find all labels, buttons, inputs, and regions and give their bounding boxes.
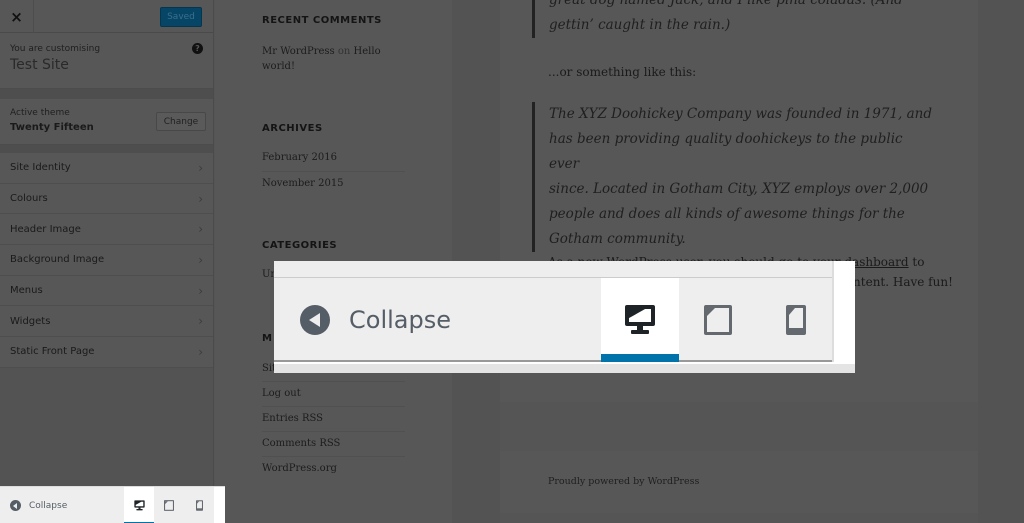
mobile-icon xyxy=(786,305,806,335)
divider xyxy=(262,456,405,457)
collapse-button[interactable]: Collapse xyxy=(0,487,124,523)
customizer-sidebar: × Saved You are customising Test Site ? … xyxy=(0,0,214,523)
meta-link-log-out[interactable]: Log out xyxy=(262,388,405,399)
divider xyxy=(262,406,405,407)
blockquote: great dog named Jack, and I like piña co… xyxy=(532,0,932,38)
desktop-icon xyxy=(133,500,145,511)
chevron-right-icon: › xyxy=(198,191,203,206)
close-icon: × xyxy=(10,7,23,26)
section-label: Static Front Page xyxy=(10,346,95,358)
quote-line: great dog named Jack, and I like piña co… xyxy=(549,0,903,8)
close-customizer-button[interactable]: × xyxy=(0,0,34,33)
save-button[interactable]: Saved xyxy=(160,7,202,27)
section-label: Site Identity xyxy=(10,162,71,174)
preview-desktop-button-zoomed[interactable] xyxy=(601,278,679,362)
powered-by-link[interactable]: Proudly powered by WordPress xyxy=(548,476,699,487)
chevron-right-icon: › xyxy=(198,283,203,298)
chevron-right-icon: › xyxy=(198,344,203,359)
archive-link[interactable]: February 2016 xyxy=(262,152,405,163)
meta-link-comments-rss[interactable]: Comments RSS xyxy=(262,438,405,449)
section-site-identity[interactable]: Site Identity › xyxy=(0,153,213,184)
widget-title-meta: M xyxy=(262,333,273,344)
section-background-image[interactable]: Background Image › xyxy=(0,245,213,276)
quote-line: gettin’ caught in the rain.) xyxy=(549,17,731,33)
meta-link-wordpress-org[interactable]: WordPress.org xyxy=(262,463,405,474)
quote-line: since. Located in Gotham City, XYZ emplo… xyxy=(549,181,929,197)
active-theme-panel: Active theme Twenty Fifteen Change xyxy=(0,99,213,145)
section-label: Background Image xyxy=(10,254,105,266)
desktop-icon xyxy=(625,305,655,334)
preview-mobile-button-zoomed[interactable] xyxy=(757,278,835,362)
collapse-button-zoomed[interactable]: Collapse xyxy=(300,305,451,335)
customizer-header: × Saved xyxy=(0,0,213,33)
change-theme-button[interactable]: Change xyxy=(156,112,206,131)
quote-line: Gotham community. xyxy=(549,231,686,247)
paragraph: ...or something like this: xyxy=(548,65,697,79)
tablet-icon xyxy=(704,305,732,335)
meta-link-entries-rss[interactable]: Entries RSS xyxy=(262,413,405,424)
page-gutter-right xyxy=(978,0,1024,523)
collapse-arrow-icon xyxy=(10,500,21,511)
site-title: Test Site xyxy=(10,57,69,73)
comment-author-link[interactable]: Mr WordPress xyxy=(262,46,335,57)
preview-tablet-button-zoomed[interactable] xyxy=(679,278,757,362)
chevron-right-icon: › xyxy=(198,222,203,237)
widget-title-categories: CATEGORIES xyxy=(262,240,338,251)
archive-link[interactable]: November 2015 xyxy=(262,178,405,189)
blockquote: The XYZ Doohickey Company was founded in… xyxy=(532,102,932,252)
mobile-icon xyxy=(195,500,203,511)
customizer-footer-bar: Collapse xyxy=(0,487,214,523)
section-label: Header Image xyxy=(10,223,81,235)
widget-title-recent-comments: RECENT COMMENTS xyxy=(262,15,382,26)
chevron-right-icon: › xyxy=(198,314,203,329)
tablet-icon xyxy=(164,500,174,511)
divider xyxy=(0,145,213,153)
divider xyxy=(0,89,213,99)
section-widgets[interactable]: Widgets › xyxy=(0,306,213,338)
collapse-label: Collapse xyxy=(29,500,68,511)
quote-line: people and does all kinds of awesome thi… xyxy=(549,206,905,222)
section-label: Widgets xyxy=(10,315,51,327)
section-header-image[interactable]: Header Image › xyxy=(0,214,213,246)
recent-comment-item: Mr WordPress on Hello world! xyxy=(262,44,412,74)
section-static-front-page[interactable]: Static Front Page › xyxy=(0,337,213,368)
section-menus[interactable]: Menus › xyxy=(0,275,213,307)
customizing-label: You are customising xyxy=(10,44,101,54)
customizer-info: You are customising Test Site ? xyxy=(0,33,213,89)
section-label: Colours xyxy=(10,193,48,205)
section-label: Menus xyxy=(10,285,43,297)
zoomed-footer-callout: Collapse xyxy=(274,261,855,373)
comment-post-link-cont[interactable]: world! xyxy=(262,61,295,72)
divider xyxy=(262,431,405,432)
section-colours[interactable]: Colours › xyxy=(0,183,213,215)
comment-post-link[interactable]: Hello xyxy=(354,46,381,57)
chevron-right-icon: › xyxy=(198,252,203,267)
divider xyxy=(262,381,405,382)
collapse-label: Collapse xyxy=(349,306,451,334)
collapse-arrow-icon xyxy=(300,305,330,335)
quote-line: has been providing quality doohickeys to… xyxy=(549,131,903,172)
chevron-right-icon: › xyxy=(198,160,203,175)
help-icon[interactable]: ? xyxy=(192,43,203,54)
divider xyxy=(262,171,405,172)
widget-title-archives: ARCHIVES xyxy=(262,123,323,134)
divider xyxy=(274,364,855,373)
customizer-footer: Collapse xyxy=(0,486,225,523)
paragraph-text: to xyxy=(908,255,925,269)
comment-on-text: on xyxy=(337,46,351,57)
quote-line: The XYZ Doohickey Company was founded in… xyxy=(549,106,933,122)
preview-desktop-button[interactable] xyxy=(124,487,154,523)
preview-mobile-button[interactable] xyxy=(184,487,214,523)
preview-tablet-button[interactable] xyxy=(154,487,184,523)
